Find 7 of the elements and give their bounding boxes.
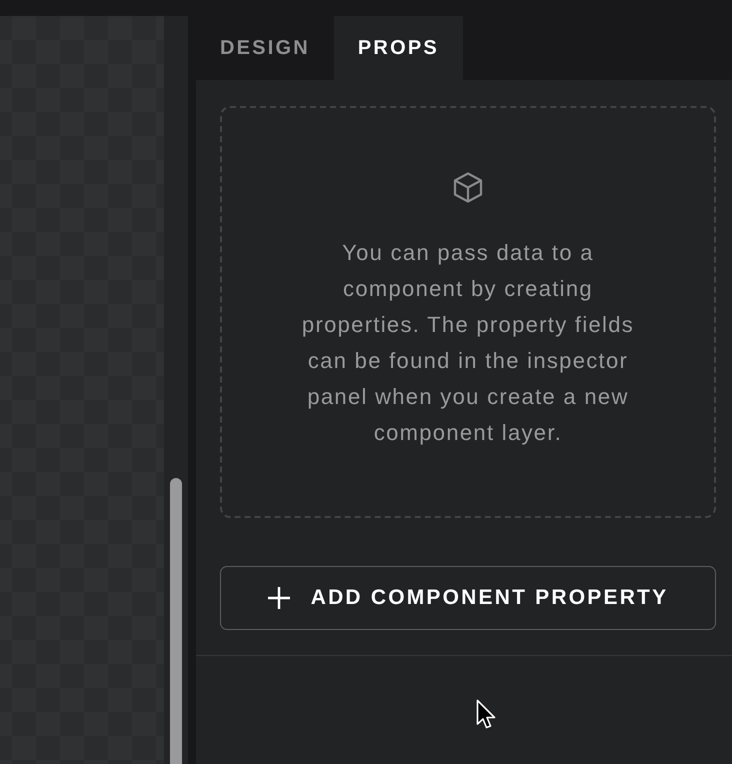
panel-tab[interactable]: DESIGN	[196, 16, 334, 80]
add-component-property-button[interactable]: ADD COMPONENT PROPERTY	[220, 566, 716, 630]
scrollbar-thumb[interactable]	[170, 478, 182, 764]
plus-icon	[268, 587, 290, 609]
empty-state-message: You can pass data to a component by creating properties. The property fields can be found in the inspector panel when you create a new component layer.	[300, 239, 636, 447]
cube-icon	[453, 172, 483, 203]
panel-tab[interactable]: PROPS	[334, 16, 463, 80]
